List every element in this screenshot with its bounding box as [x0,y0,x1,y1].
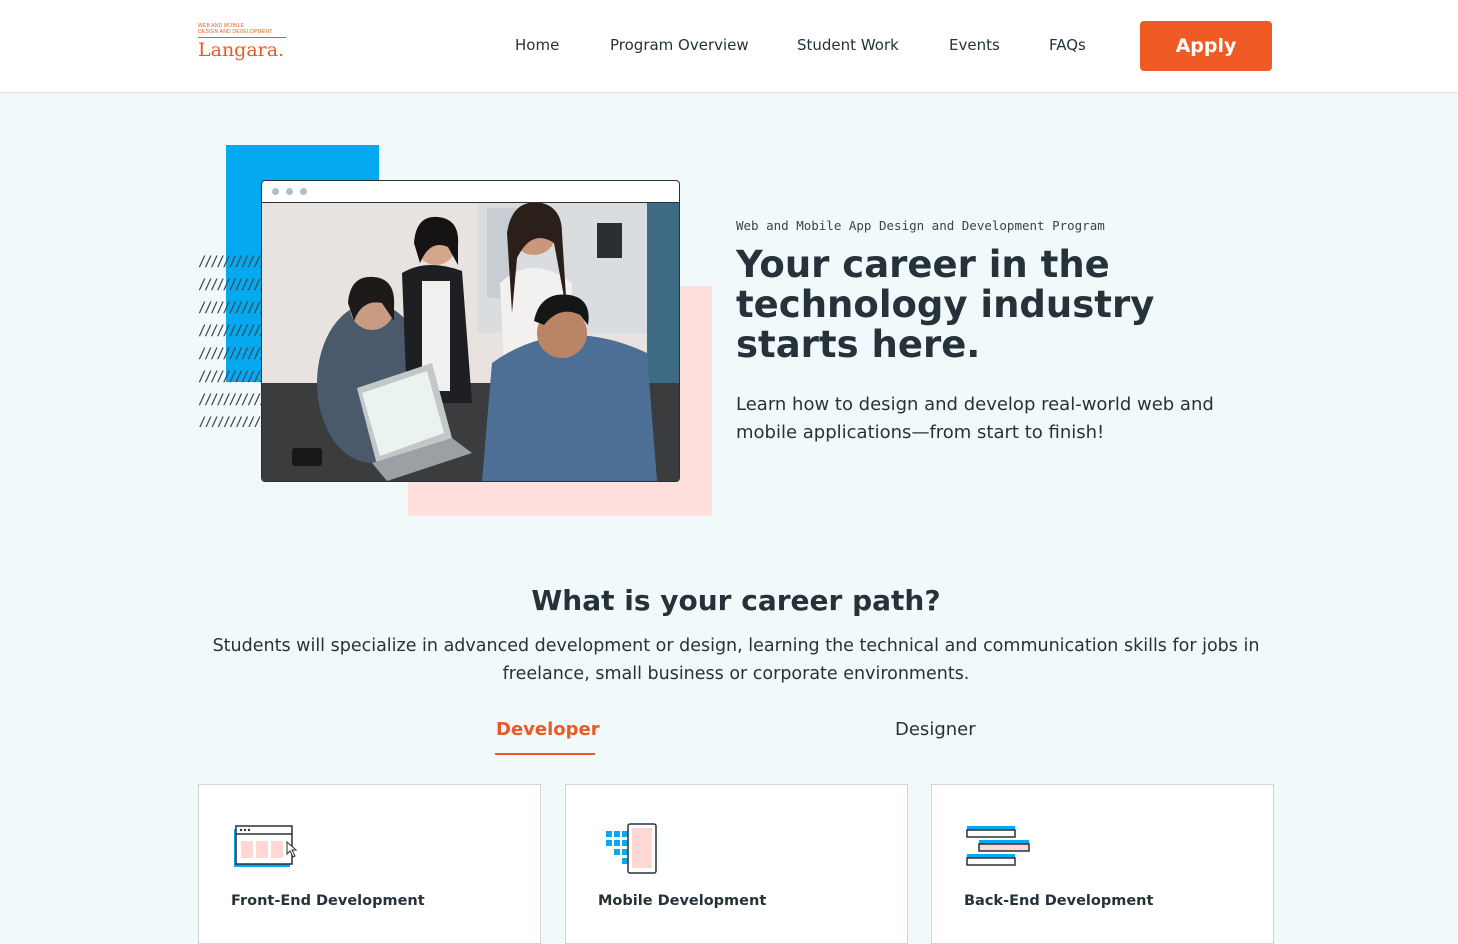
card-back-end[interactable]: Back-End Development [931,784,1274,944]
card-front-end[interactable]: Front-End Development [198,784,541,944]
hatch-pattern: /////////// /////////// /////////// ////… [198,254,262,427]
card-title: Mobile Development [598,893,767,909]
career-section-description: Students will specialize in advanced dev… [212,636,1260,684]
active-tab-indicator [495,753,595,755]
window-dot-icon [300,188,307,195]
tab-developer[interactable]: Developer [496,719,600,740]
browser-window-icon [234,825,298,867]
students-at-laptop-photo [262,203,679,481]
server-stack-icon [966,826,1030,866]
browser-titlebar [262,181,679,203]
hero-eyebrow: Web and Mobile App Design and Developmen… [736,218,1105,233]
window-dot-icon [272,188,279,195]
logo-tagline: WEB AND MOBILE DESIGN AND DEVELOPMENT [198,23,286,38]
card-title: Back-End Development [964,893,1154,909]
photo-illustration [262,203,679,481]
hero-subtitle: Learn how to design and develop real-wor… [736,394,1214,443]
nav-events[interactable]: Events [949,36,1000,54]
nav-faqs[interactable]: FAQs [1049,36,1086,54]
card-mobile[interactable]: Mobile Development [565,784,908,944]
nav-home[interactable]: Home [515,36,559,54]
nav-program-overview[interactable]: Program Overview [610,36,749,54]
window-dot-icon [286,188,293,195]
logo-name: Langara. [198,39,285,61]
mobile-phone-icon [606,823,657,874]
card-title: Front-End Development [231,893,425,909]
langara-logo[interactable]: WEB AND MOBILE DESIGN AND DEVELOPMENT La… [198,23,290,61]
nav-student-work[interactable]: Student Work [797,36,899,54]
site-header: WEB AND MOBILE DESIGN AND DEVELOPMENT La… [0,0,1458,93]
career-section-title: What is your career path? [531,584,941,617]
apply-button[interactable]: Apply [1140,21,1272,71]
tab-designer[interactable]: Designer [895,719,976,740]
hero-title: Your career in the technology industry s… [736,243,1155,366]
hero-browser-frame [261,180,680,482]
